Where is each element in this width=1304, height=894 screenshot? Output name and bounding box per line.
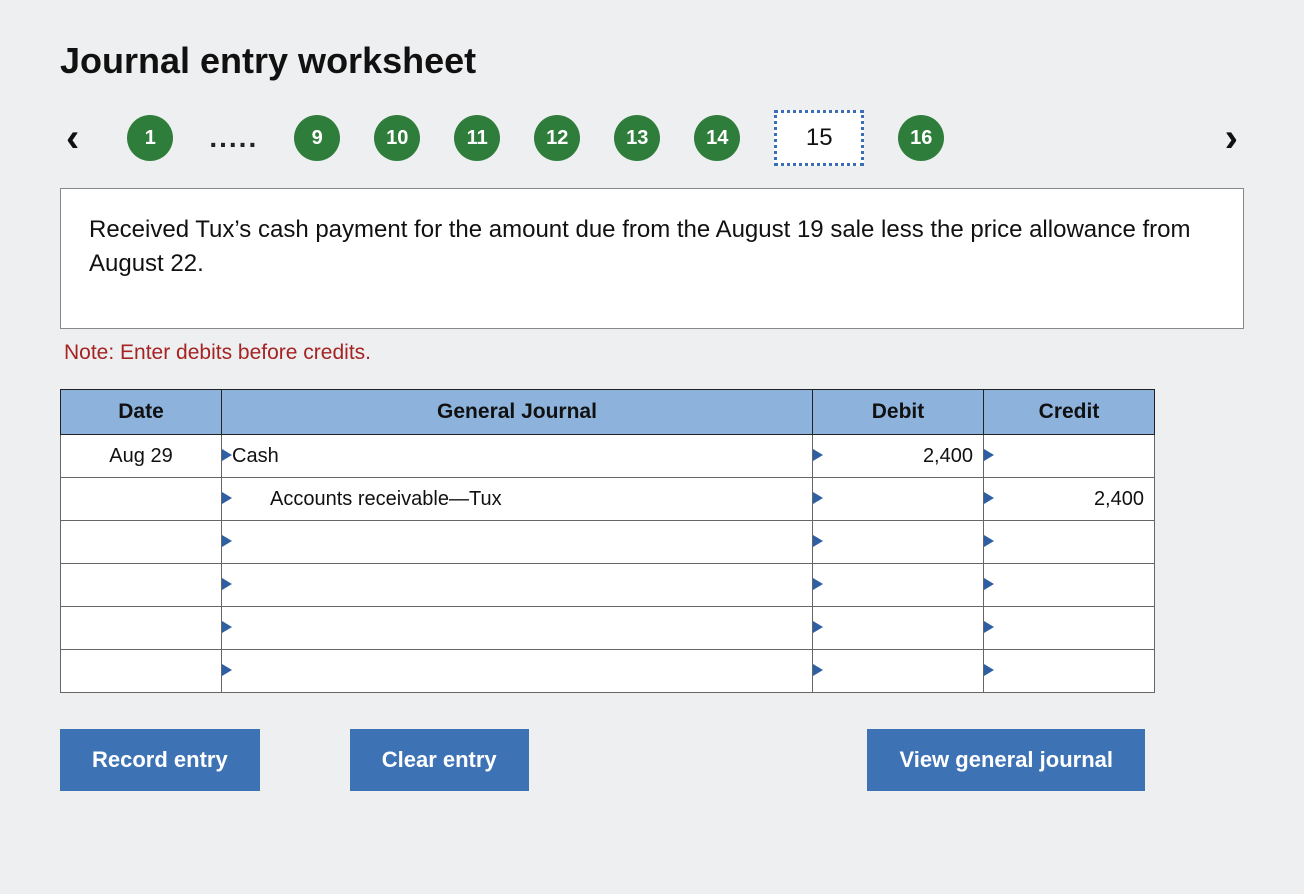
step-13[interactable]: 13 <box>614 115 660 161</box>
page-title: Journal entry worksheet <box>60 40 1244 82</box>
debit-cell[interactable] <box>813 564 983 606</box>
credit-cell[interactable] <box>984 521 1154 563</box>
credit-cell[interactable] <box>984 607 1154 649</box>
col-header-gj: General Journal <box>222 390 813 435</box>
table-row <box>61 521 1155 564</box>
date-cell[interactable]: Aug 29 <box>61 435 221 477</box>
debit-cell[interactable] <box>813 607 983 649</box>
account-cell[interactable]: Cash <box>222 435 812 477</box>
account-cell[interactable] <box>222 521 812 563</box>
step-15-current[interactable]: 15 <box>774 110 864 166</box>
step-1[interactable]: 1 <box>127 115 173 161</box>
note-text: Note: Enter debits before credits. <box>64 341 1244 365</box>
col-header-date: Date <box>61 390 222 435</box>
step-9[interactable]: 9 <box>294 115 340 161</box>
account-cell[interactable] <box>222 650 812 692</box>
date-cell[interactable] <box>61 521 221 563</box>
credit-cell[interactable] <box>984 435 1154 477</box>
date-cell[interactable] <box>61 607 221 649</box>
step-12[interactable]: 12 <box>534 115 580 161</box>
debit-cell[interactable] <box>813 521 983 563</box>
debit-cell[interactable] <box>813 650 983 692</box>
chevron-right-icon[interactable]: › <box>1219 118 1244 158</box>
table-row: Accounts receivable—Tux 2,400 <box>61 478 1155 521</box>
debit-cell[interactable] <box>813 478 983 520</box>
transaction-description: Received Tux’s cash payment for the amou… <box>60 188 1244 329</box>
view-general-journal-button[interactable]: View general journal <box>867 729 1145 791</box>
step-ellipsis: ..... <box>207 122 260 154</box>
step-16[interactable]: 16 <box>898 115 944 161</box>
record-entry-button[interactable]: Record entry <box>60 729 260 791</box>
date-cell[interactable] <box>61 478 221 520</box>
credit-cell[interactable]: 2,400 <box>984 478 1154 520</box>
col-header-credit: Credit <box>984 390 1155 435</box>
journal-table: Date General Journal Debit Credit Aug 29… <box>60 389 1155 693</box>
date-cell[interactable] <box>61 650 221 692</box>
credit-cell[interactable] <box>984 650 1154 692</box>
table-row <box>61 564 1155 607</box>
step-14[interactable]: 14 <box>694 115 740 161</box>
table-row: Aug 29 Cash 2,400 <box>61 435 1155 478</box>
table-row <box>61 607 1155 650</box>
debit-cell[interactable]: 2,400 <box>813 435 983 477</box>
chevron-left-icon[interactable]: ‹ <box>60 118 85 158</box>
credit-cell[interactable] <box>984 564 1154 606</box>
stepper: ‹ 1 ..... 9 10 11 12 13 14 15 16 › <box>60 110 1244 166</box>
step-11[interactable]: 11 <box>454 115 500 161</box>
step-10[interactable]: 10 <box>374 115 420 161</box>
col-header-debit: Debit <box>813 390 984 435</box>
table-row <box>61 650 1155 693</box>
account-cell[interactable] <box>222 607 812 649</box>
clear-entry-button[interactable]: Clear entry <box>350 729 529 791</box>
date-cell[interactable] <box>61 564 221 606</box>
account-cell[interactable] <box>222 564 812 606</box>
account-cell[interactable]: Accounts receivable—Tux <box>222 478 812 520</box>
